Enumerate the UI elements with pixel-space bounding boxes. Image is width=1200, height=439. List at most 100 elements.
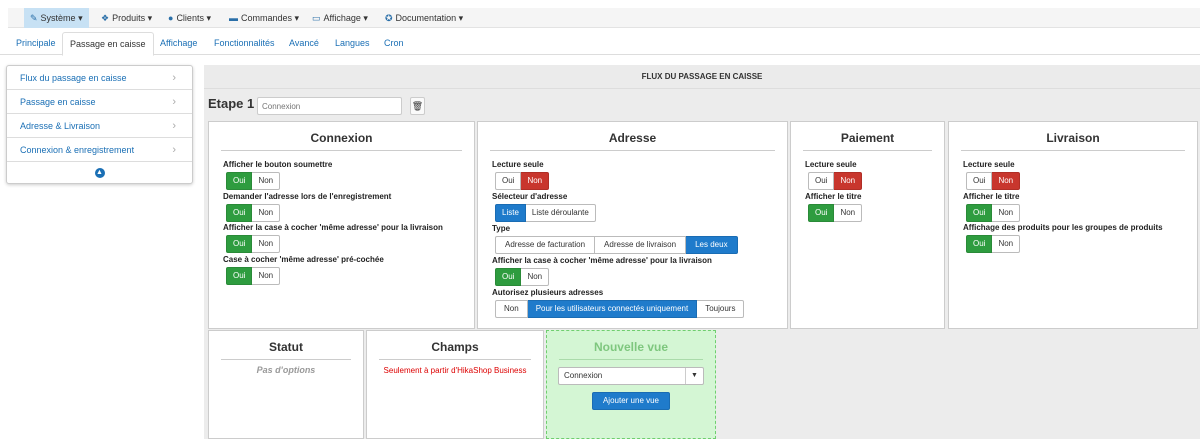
no-options-text: Pas d'options [256, 365, 316, 375]
toggle-pre-cochee: Oui Non [226, 267, 281, 285]
no-button[interactable]: Non [252, 267, 281, 285]
monitor-icon: ▭ [312, 13, 321, 23]
les-deux-button[interactable]: Les deux [686, 236, 738, 254]
sidebar-item-connexion-enregistrement[interactable]: Connexion & enregistrement › [7, 138, 192, 162]
yes-button[interactable]: Oui [966, 172, 993, 190]
connectes-button[interactable]: Pour les utilisateurs connectés uniqueme… [527, 300, 698, 318]
toggle-meme-adresse: Oui Non [495, 268, 550, 286]
top-menu-bar: ✎ Système ▾ ❖ Produits ▾ ● Clients ▾ ▬ Comma… [8, 8, 1200, 28]
option-label: Type [492, 224, 511, 233]
panel-title: Champs [379, 340, 531, 360]
toggle-lecture-seule: Oui Non [495, 172, 550, 190]
workflow-header: FLUX DU PASSAGE EN CAISSE [204, 65, 1200, 89]
toggle-afficher-bouton: Oui Non [226, 172, 281, 190]
menu-commandes[interactable]: ▬ Commandes ▾ [223, 8, 305, 28]
dropdown-arrow-icon: ▼ [685, 368, 703, 384]
non-button[interactable]: Non [495, 300, 528, 318]
yes-button[interactable]: Oui [226, 204, 253, 222]
no-button[interactable]: Non [252, 172, 281, 190]
no-button[interactable]: Non [992, 235, 1021, 253]
menu-clients[interactable]: ● Clients ▾ [162, 8, 217, 28]
add-view-button[interactable]: Ajouter une vue [592, 392, 670, 410]
yes-button[interactable]: Oui [495, 172, 522, 190]
tab-avance[interactable]: Avancé [282, 32, 326, 56]
yes-button[interactable]: Oui [966, 235, 993, 253]
credit-card-icon: ▬ [229, 13, 238, 23]
panel-livraison: Livraison Lecture seule Oui Non Afficher… [948, 121, 1198, 329]
delete-step-button[interactable]: 🗑 [410, 97, 425, 115]
no-button[interactable]: Non [834, 204, 863, 222]
tab-affichage[interactable]: Affichage [153, 32, 204, 56]
option-label: Lecture seule [805, 160, 857, 169]
option-label: Sélecteur d'adresse [492, 192, 568, 201]
trash-icon: 🗑 [411, 101, 424, 111]
tab-langues[interactable]: Langues [328, 32, 377, 56]
step-name-input[interactable] [257, 97, 402, 115]
menu-documentation[interactable]: ✪ Documentation ▾ [379, 8, 469, 28]
wrench-icon: ✎ [30, 13, 38, 23]
yes-button[interactable]: Oui [808, 204, 835, 222]
option-label: Lecture seule [963, 160, 1015, 169]
yes-button[interactable]: Oui [226, 267, 253, 285]
toggle-meme-adresse: Oui Non [226, 235, 281, 253]
no-button[interactable]: Non [834, 172, 863, 190]
no-button[interactable]: Non [252, 235, 281, 253]
toggle-plusieurs-adresses: Non Pour les utilisateurs connectés uniq… [495, 300, 745, 318]
no-button[interactable]: Non [521, 268, 550, 286]
menu-systeme[interactable]: ✎ Système ▾ [24, 8, 89, 28]
liste-button[interactable]: Liste [495, 204, 526, 222]
option-label: Affichage des produits pour les groupes … [963, 223, 1163, 232]
option-label: Lecture seule [492, 160, 544, 169]
yes-button[interactable]: Oui [966, 204, 993, 222]
livraison-button[interactable]: Adresse de livraison [595, 236, 687, 254]
lifebuoy-icon: ✪ [385, 13, 393, 23]
option-label: Afficher la case à cocher 'même adresse'… [492, 256, 712, 265]
sidebar: Flux du passage en caisse › Passage en ca… [6, 65, 193, 184]
option-label: Afficher la case à cocher 'même adresse'… [223, 223, 443, 232]
menu-produits[interactable]: ❖ Produits ▾ [95, 8, 158, 28]
chevron-right-icon: › [172, 144, 176, 156]
chevron-right-icon: › [172, 96, 176, 108]
chevron-up-circle-icon: ▲ [94, 168, 105, 178]
no-button[interactable]: Non [992, 172, 1021, 190]
panel-champs: Champs Seulement à partir d'HikaShop Bus… [366, 330, 544, 439]
panel-statut: Statut Pas d'options [208, 330, 364, 439]
panel-title: Connexion [221, 131, 462, 151]
liste-deroulante-button[interactable]: Liste déroulante [525, 204, 596, 222]
yes-button[interactable]: Oui [226, 172, 253, 190]
chevron-right-icon: › [172, 120, 176, 132]
yes-button[interactable]: Oui [808, 172, 835, 190]
sidebar-item-adresse-livraison[interactable]: Adresse & Livraison › [7, 114, 192, 138]
toggle-lecture-seule: Oui Non [808, 172, 863, 190]
step-label: Etape 1 [208, 96, 255, 111]
yes-button[interactable]: Oui [495, 268, 522, 286]
option-label: Afficher le bouton soumettre [223, 160, 333, 169]
no-button[interactable]: Non [252, 204, 281, 222]
panel-adresse: Adresse Lecture seule Oui Non Sélecteur … [477, 121, 788, 329]
sidebar-item-flux[interactable]: Flux du passage en caisse › [7, 66, 192, 90]
sidebar-collapse-button[interactable]: ▲ [7, 162, 192, 184]
view-select[interactable]: Connexion ▼ [558, 367, 704, 385]
no-button[interactable]: Non [992, 204, 1021, 222]
yes-button[interactable]: Oui [226, 235, 253, 253]
panel-connexion: Connexion Afficher le bouton soumettre O… [208, 121, 475, 329]
toujours-button[interactable]: Toujours [697, 300, 745, 318]
tab-principale[interactable]: Principale [9, 32, 63, 56]
toggle-lecture-seule: Oui Non [966, 172, 1021, 190]
no-button[interactable]: Non [521, 172, 550, 190]
panel-title: Statut [221, 340, 351, 360]
panel-title: Nouvelle vue [559, 340, 703, 360]
toggle-affichage-produits: Oui Non [966, 235, 1021, 253]
menu-affichage[interactable]: ▭ Affichage ▾ [306, 8, 374, 28]
option-label: Afficher le titre [963, 192, 1020, 201]
chevron-right-icon: › [172, 72, 176, 84]
panel-title: Paiement [803, 131, 932, 151]
toggle-selecteur-adresse: Liste Liste déroulante [495, 204, 596, 222]
facturation-button[interactable]: Adresse de facturation [495, 236, 596, 254]
toggle-type: Adresse de facturation Adresse de livrai… [495, 236, 738, 254]
sidebar-item-passage[interactable]: Passage en caisse › [7, 90, 192, 114]
settings-tabs: Principale Passage en caisse Affichage F… [0, 30, 1200, 56]
tab-cron[interactable]: Cron [377, 32, 411, 56]
tab-passage-en-caisse[interactable]: Passage en caisse [62, 32, 154, 56]
tab-fonctionnalites[interactable]: Fonctionnalités [207, 32, 282, 56]
